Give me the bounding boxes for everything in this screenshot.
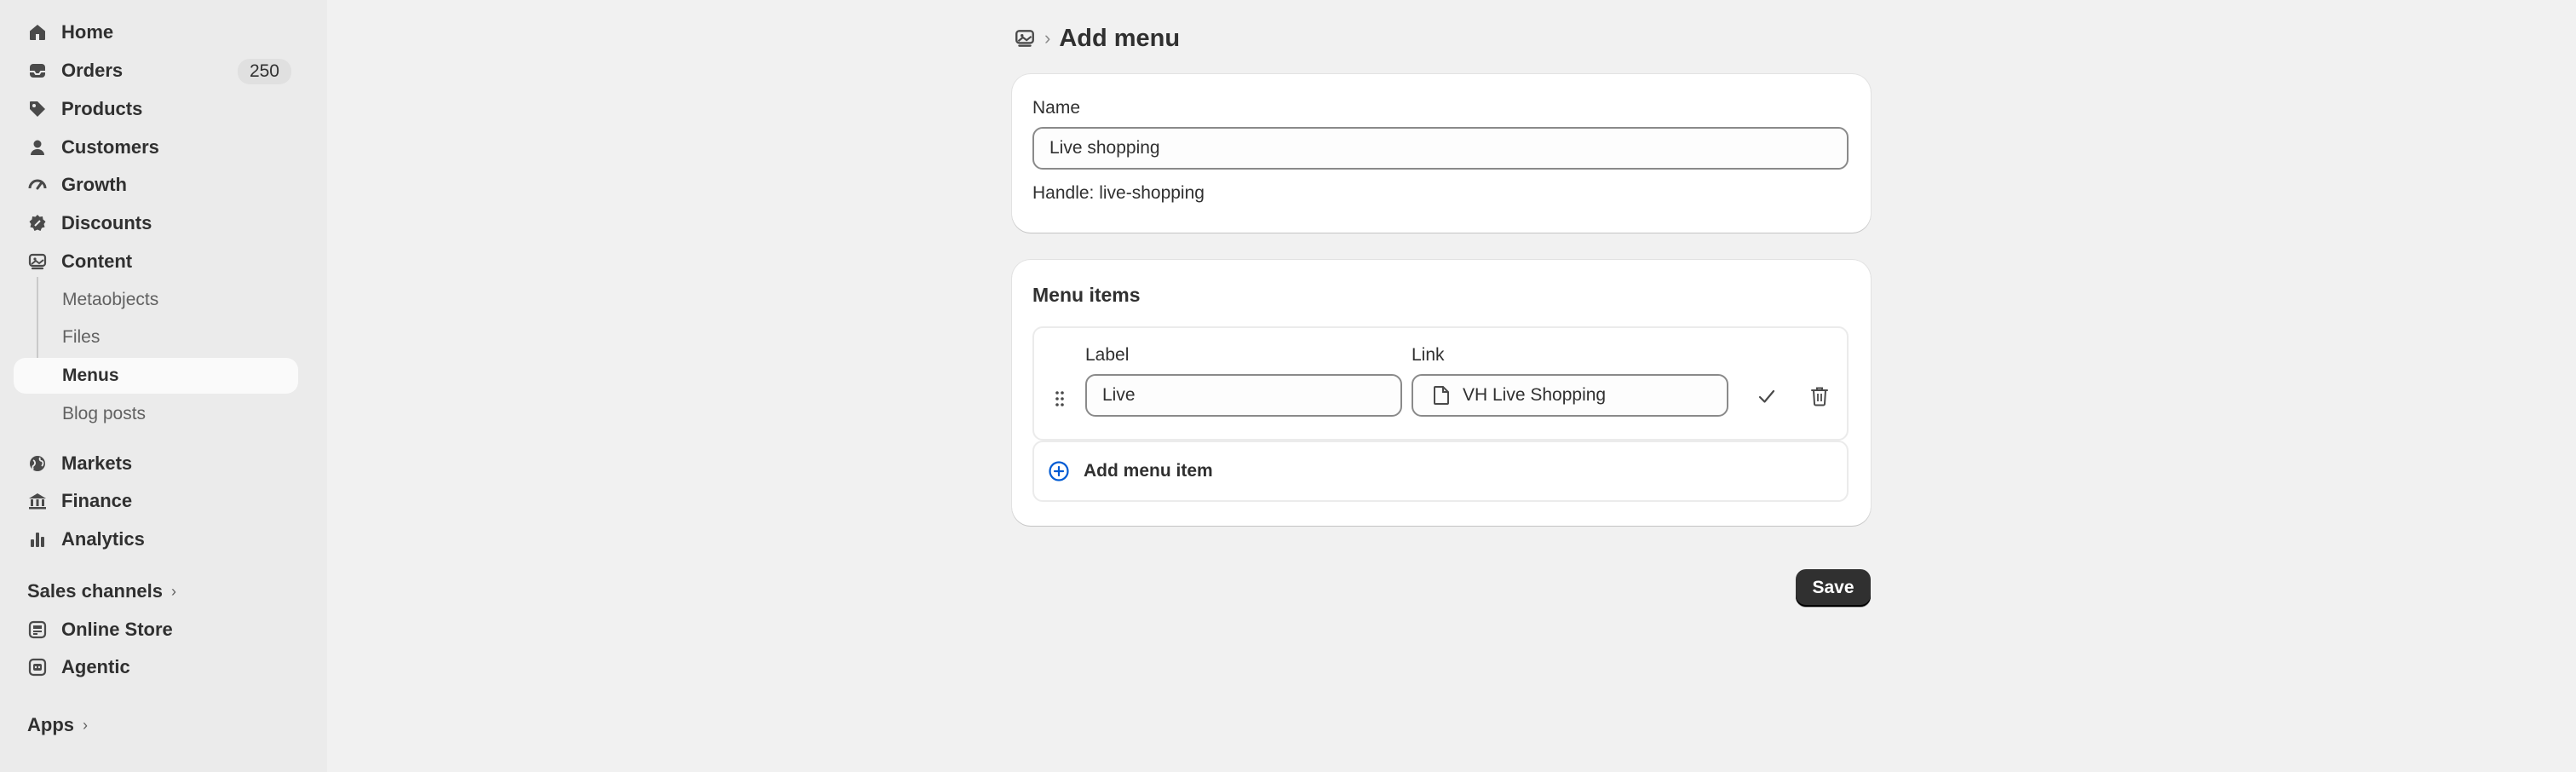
- sidebar-item-label: Products: [61, 98, 143, 119]
- sidebar-item-menus[interactable]: Menus: [14, 358, 298, 394]
- link-column-header: Link: [1412, 345, 1445, 365]
- sidebar-item-label: Markets: [61, 452, 133, 474]
- sidebar-item-online-store[interactable]: Online Store: [14, 612, 298, 648]
- sidebar-item-label: Online Store: [61, 619, 173, 640]
- chevron-right-icon: ›: [170, 582, 176, 600]
- checkmark-icon: [1758, 389, 1775, 403]
- page-header: › Add menu: [1014, 20, 1180, 56]
- sidebar-item-growth[interactable]: Growth: [14, 167, 298, 203]
- gauge-icon: [27, 175, 48, 195]
- sidebar-item-label: Orders: [61, 60, 124, 81]
- add-menu-item-label: Add menu item: [1084, 461, 1213, 481]
- sidebar-item-label: Agentic: [61, 656, 130, 677]
- sidebar-item-home[interactable]: Home: [14, 14, 298, 50]
- content-icon: [27, 251, 48, 272]
- breadcrumb-separator-icon: ›: [1044, 27, 1051, 49]
- sales-channels-label: Sales channels: [27, 580, 163, 602]
- sidebar-sub-label: Metaobjects: [62, 290, 159, 309]
- sidebar-item-label: Content: [61, 251, 133, 272]
- robot-icon: [27, 657, 48, 677]
- sidebar-item-metaobjects[interactable]: Metaobjects: [14, 282, 298, 318]
- home-icon: [27, 22, 48, 43]
- sales-channels-header[interactable]: Sales channels ›: [27, 579, 176, 604]
- orders-icon: [27, 60, 48, 81]
- sidebar-item-agentic[interactable]: Agentic: [14, 649, 298, 685]
- save-button[interactable]: Save: [1796, 569, 1871, 607]
- sidebar-sub-label: Files: [62, 327, 101, 347]
- sidebar-item-products[interactable]: Products: [14, 91, 298, 127]
- name-card: Name Handle: live-shopping: [1012, 74, 1871, 233]
- add-menu-item-button[interactable]: Add menu item: [1032, 441, 1849, 502]
- delete-button[interactable]: [1801, 377, 1838, 415]
- menu-items-title: Menu items: [1032, 284, 1141, 306]
- sidebar-item-customers[interactable]: Customers: [14, 130, 298, 165]
- menu-items-card: Menu items Label Link VH Live Shopping: [1012, 260, 1871, 526]
- sidebar-item-content[interactable]: Content: [14, 244, 298, 279]
- bar-chart-icon: [27, 529, 48, 550]
- sidebar-sub-label: Menus: [62, 366, 119, 385]
- menu-item-link-input[interactable]: VH Live Shopping: [1412, 374, 1728, 417]
- sidebar-item-label: Growth: [61, 174, 127, 195]
- name-label: Name: [1032, 98, 1081, 118]
- confirm-button[interactable]: [1748, 377, 1785, 415]
- sidebar-item-label: Customers: [61, 136, 159, 158]
- link-value: VH Live Shopping: [1463, 385, 1607, 405]
- sidebar-sub-label: Blog posts: [62, 404, 147, 423]
- sidebar-item-analytics[interactable]: Analytics: [14, 521, 298, 557]
- document-icon: [1434, 386, 1449, 405]
- name-input[interactable]: [1032, 127, 1849, 170]
- page-title: Add menu: [1059, 24, 1181, 52]
- apps-label: Apps: [27, 714, 74, 735]
- sidebar-item-markets[interactable]: Markets: [14, 446, 298, 481]
- drag-handle-icon[interactable]: [1053, 389, 1067, 408]
- person-icon: [27, 137, 48, 158]
- sidebar: Home Orders 250 Products Customers Growt…: [0, 0, 327, 772]
- apps-header[interactable]: Apps ›: [27, 712, 88, 738]
- sidebar-item-label: Analytics: [61, 528, 145, 550]
- sidebar-item-label: Home: [61, 21, 114, 43]
- sidebar-item-label: Discounts: [61, 212, 152, 233]
- trash-icon: [1811, 387, 1828, 406]
- orders-count-badge: 250: [237, 59, 291, 84]
- globe-icon: [27, 453, 48, 474]
- sidebar-item-label: Finance: [61, 490, 133, 511]
- sidebar-item-orders[interactable]: Orders 250: [14, 53, 298, 89]
- bank-icon: [27, 491, 48, 511]
- tag-icon: [27, 99, 48, 119]
- chevron-right-icon: ›: [83, 716, 88, 734]
- label-column-header: Label: [1085, 345, 1130, 365]
- discount-icon: [27, 213, 48, 233]
- handle-text: Handle: live-shopping: [1032, 183, 1205, 203]
- sidebar-item-finance[interactable]: Finance: [14, 483, 298, 519]
- store-icon: [27, 619, 48, 640]
- sidebar-item-blog-posts[interactable]: Blog posts: [14, 396, 298, 432]
- menu-item-label-input[interactable]: [1085, 374, 1402, 417]
- sidebar-item-files[interactable]: Files: [14, 320, 298, 355]
- content-icon[interactable]: [1014, 27, 1036, 49]
- sidebar-item-discounts[interactable]: Discounts: [14, 205, 298, 241]
- menu-item-row: Label Link VH Live Shopping: [1032, 326, 1849, 441]
- plus-circle-icon: [1049, 461, 1069, 481]
